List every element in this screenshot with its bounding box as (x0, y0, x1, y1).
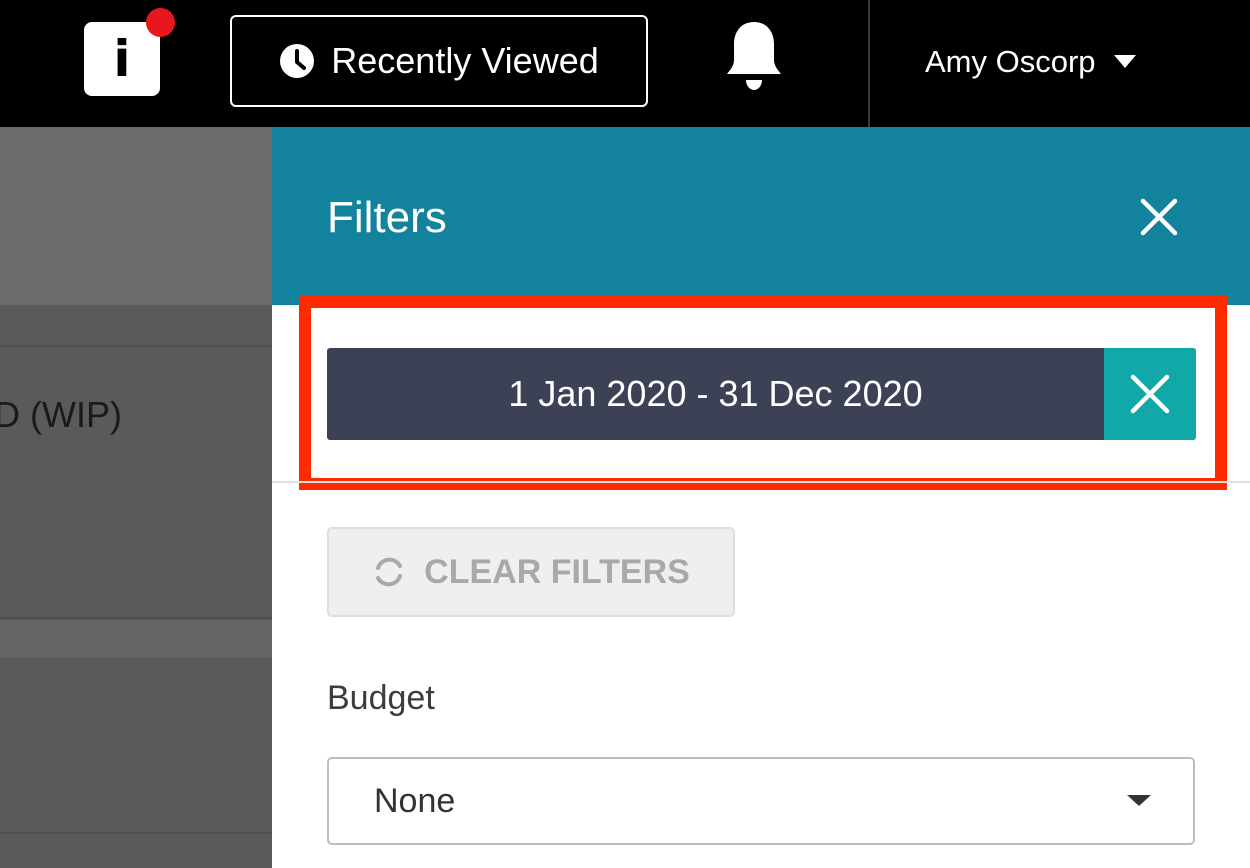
clear-filters-label: CLEAR FILTERS (424, 552, 690, 591)
clear-filters-button[interactable]: CLEAR FILTERS (327, 527, 735, 617)
top-navigation-bar: i Recently Viewed Amy Oscorp (0, 0, 1250, 127)
caret-down-icon (1113, 55, 1136, 68)
caret-down-icon (1127, 795, 1151, 806)
close-icon[interactable] (1137, 195, 1181, 239)
bg-row-strip (0, 620, 272, 658)
notification-dot (146, 8, 175, 37)
filters-panel-header: Filters (272, 127, 1250, 305)
clock-icon (280, 44, 315, 78)
bg-divider (0, 345, 272, 347)
bg-header-strip (0, 127, 272, 305)
filters-panel: Filters 1 Jan 2020 - 31 Dec 2020 CLEAR F… (272, 127, 1250, 868)
recently-viewed-button[interactable]: Recently Viewed (230, 15, 648, 107)
budget-selected-value: None (374, 781, 456, 820)
bell-icon[interactable] (725, 20, 783, 92)
panel-divider (272, 481, 1250, 483)
bg-divider (0, 832, 272, 834)
budget-select[interactable]: None (327, 757, 1195, 845)
background-overlay (0, 127, 272, 868)
user-menu[interactable]: Amy Oscorp (925, 38, 1136, 86)
filters-title: Filters (327, 193, 447, 242)
highlight-annotation (299, 296, 1227, 490)
info-icon[interactable]: i (84, 22, 160, 96)
budget-label: Budget (327, 679, 435, 717)
user-name: Amy Oscorp (925, 44, 1096, 79)
bg-divider (0, 617, 272, 619)
refresh-icon (376, 557, 403, 587)
recently-viewed-label: Recently Viewed (331, 40, 599, 81)
logo-letter: i (113, 30, 131, 88)
background-row-text: D (WIP) (0, 394, 122, 435)
topbar-divider (868, 0, 870, 127)
